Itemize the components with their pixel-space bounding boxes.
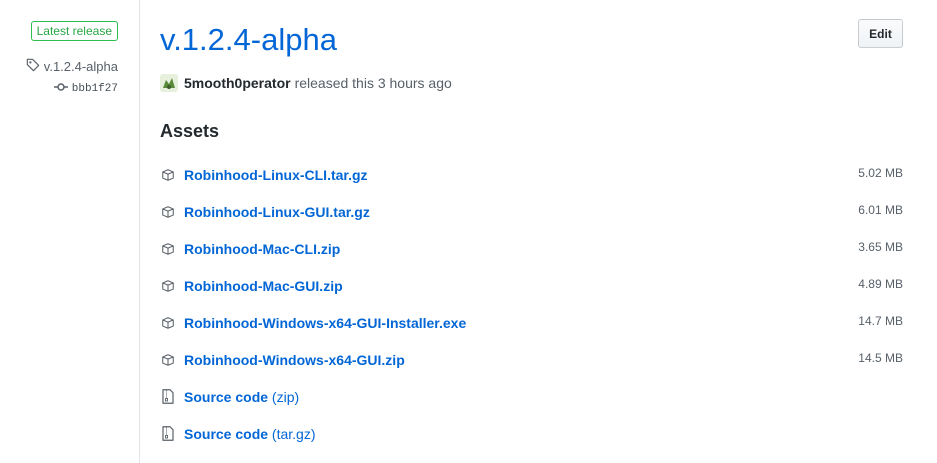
package-icon <box>160 204 176 220</box>
asset-link[interactable]: Robinhood-Linux-CLI.tar.gz <box>184 167 368 183</box>
package-icon <box>160 278 176 294</box>
asset-size: 14.5 MB <box>858 351 903 365</box>
tag-link[interactable]: v.1.2.4-alpha <box>26 58 118 75</box>
tag-name: v.1.2.4-alpha <box>43 59 118 74</box>
asset-row: Robinhood-Windows-x64-GUI.zip 14.5 MB <box>160 341 905 378</box>
released-time-text: released this 3 hours ago <box>294 75 452 91</box>
release-title[interactable]: v.1.2.4-alpha <box>160 22 337 58</box>
source-code-format: (zip) <box>271 388 300 405</box>
edit-button[interactable]: Edit <box>858 19 903 48</box>
asset-link[interactable]: Robinhood-Linux-GUI.tar.gz <box>184 204 370 220</box>
author-link[interactable]: 5mooth0perator <box>184 75 291 91</box>
avatar[interactable] <box>160 74 178 92</box>
asset-size: 6.01 MB <box>858 203 903 217</box>
asset-row: Robinhood-Linux-GUI.tar.gz 6.01 MB <box>160 193 905 230</box>
asset-size: 5.02 MB <box>858 166 903 180</box>
source-code-label: Source code <box>184 388 269 405</box>
source-code-label: Source code <box>184 425 269 442</box>
asset-size: 3.65 MB <box>858 240 903 254</box>
source-code-targz-link[interactable]: Source code (tar.gz) <box>184 426 316 442</box>
source-code-row: Source code (tar.gz) <box>160 415 905 452</box>
asset-link[interactable]: Robinhood-Windows-x64-GUI.zip <box>184 352 405 368</box>
asset-row: Robinhood-Mac-CLI.zip 3.65 MB <box>160 230 905 267</box>
asset-row: Robinhood-Windows-x64-GUI-Installer.exe … <box>160 304 905 341</box>
commit-link[interactable]: bbb1f27 <box>53 82 118 96</box>
latest-release-badge: Latest release <box>30 21 118 41</box>
asset-row: Robinhood-Mac-GUI.zip 4.89 MB <box>160 267 905 304</box>
package-icon <box>160 352 176 368</box>
asset-link[interactable]: Robinhood-Mac-GUI.zip <box>184 278 343 294</box>
asset-row: Robinhood-Linux-CLI.tar.gz 5.02 MB <box>160 156 905 193</box>
package-icon <box>160 241 176 257</box>
tag-icon <box>26 58 44 75</box>
package-icon <box>160 167 176 183</box>
asset-link[interactable]: Robinhood-Windows-x64-GUI-Installer.exe <box>184 315 466 331</box>
release-meta: 5mooth0perator released this 3 hours ago <box>160 74 452 92</box>
git-commit-icon <box>53 82 72 96</box>
source-code-row: Source code (zip) <box>160 378 905 415</box>
file-zip-icon <box>160 426 176 442</box>
release-main: v.1.2.4-alpha Edit 5mooth0perator releas… <box>160 0 905 463</box>
package-icon <box>160 315 176 331</box>
asset-link[interactable]: Robinhood-Mac-CLI.zip <box>184 241 340 257</box>
asset-list: Robinhood-Linux-CLI.tar.gz 5.02 MB Robin… <box>160 156 905 452</box>
source-code-zip-link[interactable]: Source code (zip) <box>184 389 299 405</box>
source-code-format: (tar.gz) <box>271 425 316 442</box>
file-zip-icon <box>160 389 176 405</box>
asset-size: 14.7 MB <box>858 314 903 328</box>
asset-size: 4.89 MB <box>858 277 903 291</box>
commit-sha: bbb1f27 <box>71 83 118 95</box>
release-sidebar: Latest release v.1.2.4-alpha bbb1f27 <box>0 0 140 463</box>
assets-heading: Assets <box>160 121 220 141</box>
